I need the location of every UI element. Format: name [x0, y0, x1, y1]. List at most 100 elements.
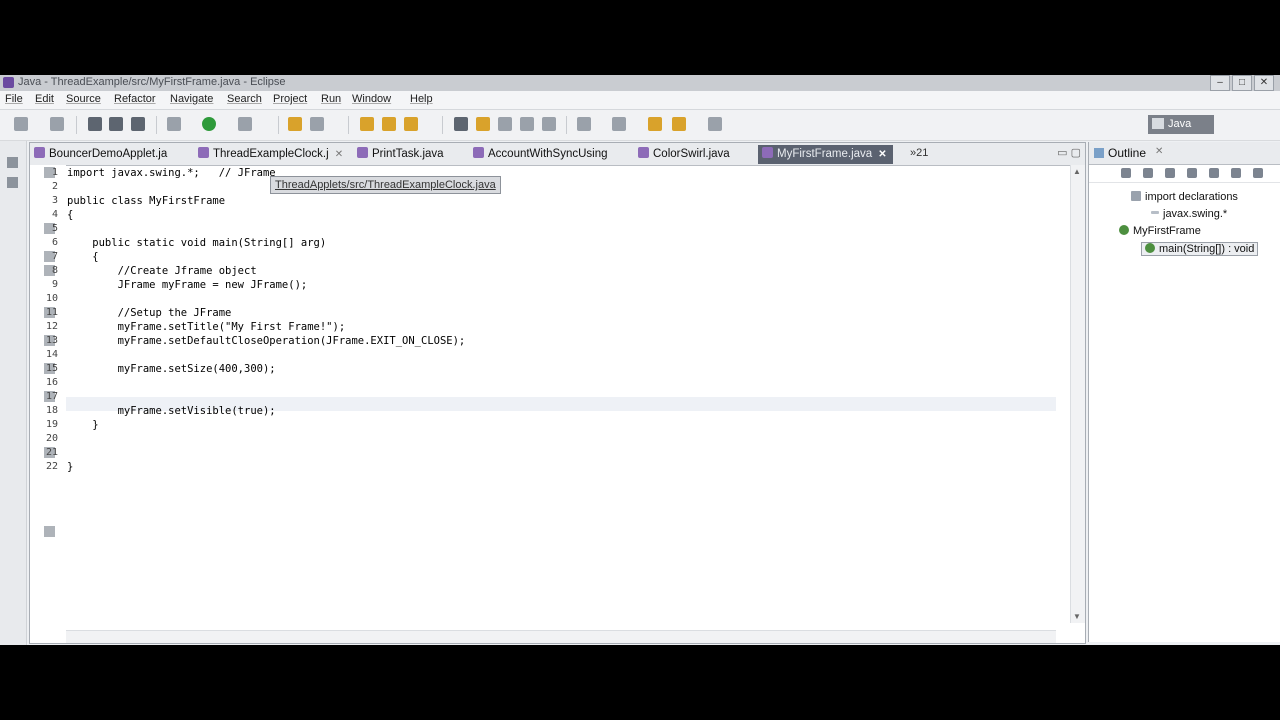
outline-view: Outline ✕ import declarations javax.swin… — [1088, 142, 1280, 642]
outline-node-label: javax.swing.* — [1163, 208, 1228, 220]
toggle-mark-occurrences-icon[interactable] — [454, 117, 468, 131]
hide-fields-icon[interactable] — [1143, 168, 1153, 178]
outline-header: Outline ✕ — [1089, 142, 1280, 165]
tab-print-task[interactable]: PrintTask.java — [357, 145, 444, 164]
main-toolbar: Java — [0, 110, 1280, 141]
show-source-icon[interactable] — [542, 117, 556, 131]
line-number: 17 — [45, 391, 58, 402]
save-icon[interactable] — [88, 117, 102, 131]
hide-static-icon[interactable] — [1165, 168, 1175, 178]
line-number: 21 — [45, 447, 58, 458]
outline-node-imports[interactable]: import declarations — [1131, 191, 1238, 203]
tab-label: BouncerDemoApplet.ja — [49, 148, 168, 160]
import-icon — [1151, 211, 1159, 214]
hide-nonpublic-icon[interactable] — [1187, 168, 1197, 178]
menu-search[interactable]: Search — [227, 93, 262, 105]
previous-annotation-icon[interactable] — [612, 117, 626, 131]
java-file-icon — [357, 147, 368, 158]
java-file-icon — [34, 147, 45, 158]
menu-navigate[interactable]: Navigate — [170, 93, 213, 105]
tab-label: AccountWithSyncUsing — [488, 148, 608, 160]
menu-window[interactable]: Window — [352, 93, 391, 105]
scroll-up-icon[interactable]: ▲ — [1073, 167, 1081, 176]
new-java-package-icon[interactable] — [288, 117, 302, 131]
outline-tab[interactable]: Outline — [1094, 146, 1146, 160]
hide-local-types-icon[interactable] — [1209, 168, 1219, 178]
menu-help[interactable]: Help — [410, 93, 433, 105]
save-all-icon[interactable] — [109, 117, 123, 131]
back-icon[interactable] — [672, 117, 686, 131]
open-task-icon[interactable] — [382, 117, 396, 131]
code-line: { — [67, 251, 99, 263]
line-number: 11 — [45, 307, 58, 318]
menu-project[interactable]: Project — [273, 93, 307, 105]
line-number: 4 — [51, 209, 58, 220]
tab-account-with-sync[interactable]: AccountWithSyncUsing — [473, 145, 608, 164]
outline-node-main-method[interactable]: main(String[]) : void — [1141, 242, 1259, 256]
link-editor-icon[interactable] — [1253, 168, 1263, 178]
title-bar: Java - ThreadExample/src/MyFirstFrame.ja… — [0, 75, 1280, 91]
window-controls: – □ ✕ — [1210, 75, 1274, 91]
close-tab-icon[interactable]: ✕ — [878, 149, 886, 160]
tab-label: ColorSwirl.java — [653, 148, 730, 160]
maximize-button[interactable]: □ — [1232, 75, 1252, 91]
java-file-icon — [638, 147, 649, 158]
sort-icon[interactable] — [1121, 168, 1131, 178]
menu-refactor[interactable]: Refactor — [114, 93, 156, 105]
last-edit-icon[interactable] — [648, 117, 662, 131]
block-selection-icon[interactable] — [520, 117, 534, 131]
next-annotation-icon[interactable] — [577, 117, 591, 131]
editor-minimize-maximize-icon[interactable]: ▭ ▢ — [1057, 146, 1081, 159]
tab-thread-example-clock[interactable]: ThreadExampleClock.j ✕ — [198, 145, 343, 164]
menu-run[interactable]: Run — [321, 93, 341, 105]
outline-node-class[interactable]: MyFirstFrame — [1119, 225, 1201, 237]
outline-title: Outline — [1108, 146, 1147, 160]
tab-bouncer-demo-applet[interactable]: BouncerDemoApplet.ja — [34, 145, 167, 164]
left-trim-bar — [0, 141, 27, 645]
outline-node-import-javax-swing[interactable]: javax.swing.* — [1151, 208, 1227, 220]
open-type-icon[interactable] — [360, 117, 374, 131]
close-outline-icon[interactable]: ✕ — [1155, 146, 1163, 157]
outline-menu-icon[interactable] — [1231, 168, 1241, 178]
package-explorer-icon[interactable] — [7, 157, 18, 168]
menu-file[interactable]: File — [5, 93, 23, 105]
java-file-icon — [473, 147, 484, 158]
run-icon[interactable] — [202, 117, 216, 131]
line-number: 10 — [45, 293, 58, 304]
minimize-button[interactable]: – — [1210, 75, 1230, 91]
line-number: 8 — [51, 265, 58, 276]
new-java-class-icon[interactable] — [310, 117, 324, 131]
hierarchy-icon[interactable] — [7, 177, 18, 188]
scroll-down-icon[interactable]: ▼ — [1073, 612, 1081, 621]
java-perspective-button[interactable]: Java — [1148, 115, 1214, 134]
code-text-area[interactable]: import javax.swing.*; // JFrame public c… — [67, 165, 1057, 605]
forward-icon[interactable] — [708, 117, 722, 131]
close-tab-icon[interactable]: ✕ — [335, 149, 343, 160]
line-number: 9 — [51, 279, 58, 290]
java-file-icon — [198, 147, 209, 158]
highlight-icon[interactable] — [476, 117, 490, 131]
toolbar-separator — [348, 116, 349, 134]
tab-color-swirl[interactable]: ColorSwirl.java — [638, 145, 730, 164]
more-tabs-button[interactable]: »21 — [910, 147, 928, 159]
debug-icon[interactable] — [167, 117, 181, 131]
menu-source[interactable]: Source — [66, 93, 101, 105]
menu-edit[interactable]: Edit — [35, 93, 54, 105]
tab-label: MyFirstFrame.java — [777, 148, 873, 160]
line-number: 15 — [45, 363, 58, 374]
tab-my-first-frame[interactable]: MyFirstFrame.java ✕ — [758, 145, 893, 164]
new-icon[interactable] — [14, 117, 28, 131]
code-line: //Setup the JFrame — [67, 307, 232, 319]
line-number: 12 — [45, 321, 58, 332]
new-project-icon[interactable] — [50, 117, 64, 131]
editor-tab-bar: BouncerDemoApplet.ja ThreadExampleClock.… — [30, 143, 1085, 166]
window-title: Java - ThreadExample/src/MyFirstFrame.ja… — [18, 76, 286, 88]
editor-vertical-scrollbar[interactable]: ▲ ▼ — [1070, 165, 1085, 623]
show-whitespace-icon[interactable] — [498, 117, 512, 131]
external-tools-icon[interactable] — [238, 117, 252, 131]
search-icon[interactable] — [404, 117, 418, 131]
line-number: 3 — [51, 195, 58, 206]
close-window-button[interactable]: ✕ — [1254, 75, 1274, 91]
print-icon[interactable] — [131, 117, 145, 131]
editor-horizontal-scrollbar[interactable] — [66, 630, 1056, 643]
